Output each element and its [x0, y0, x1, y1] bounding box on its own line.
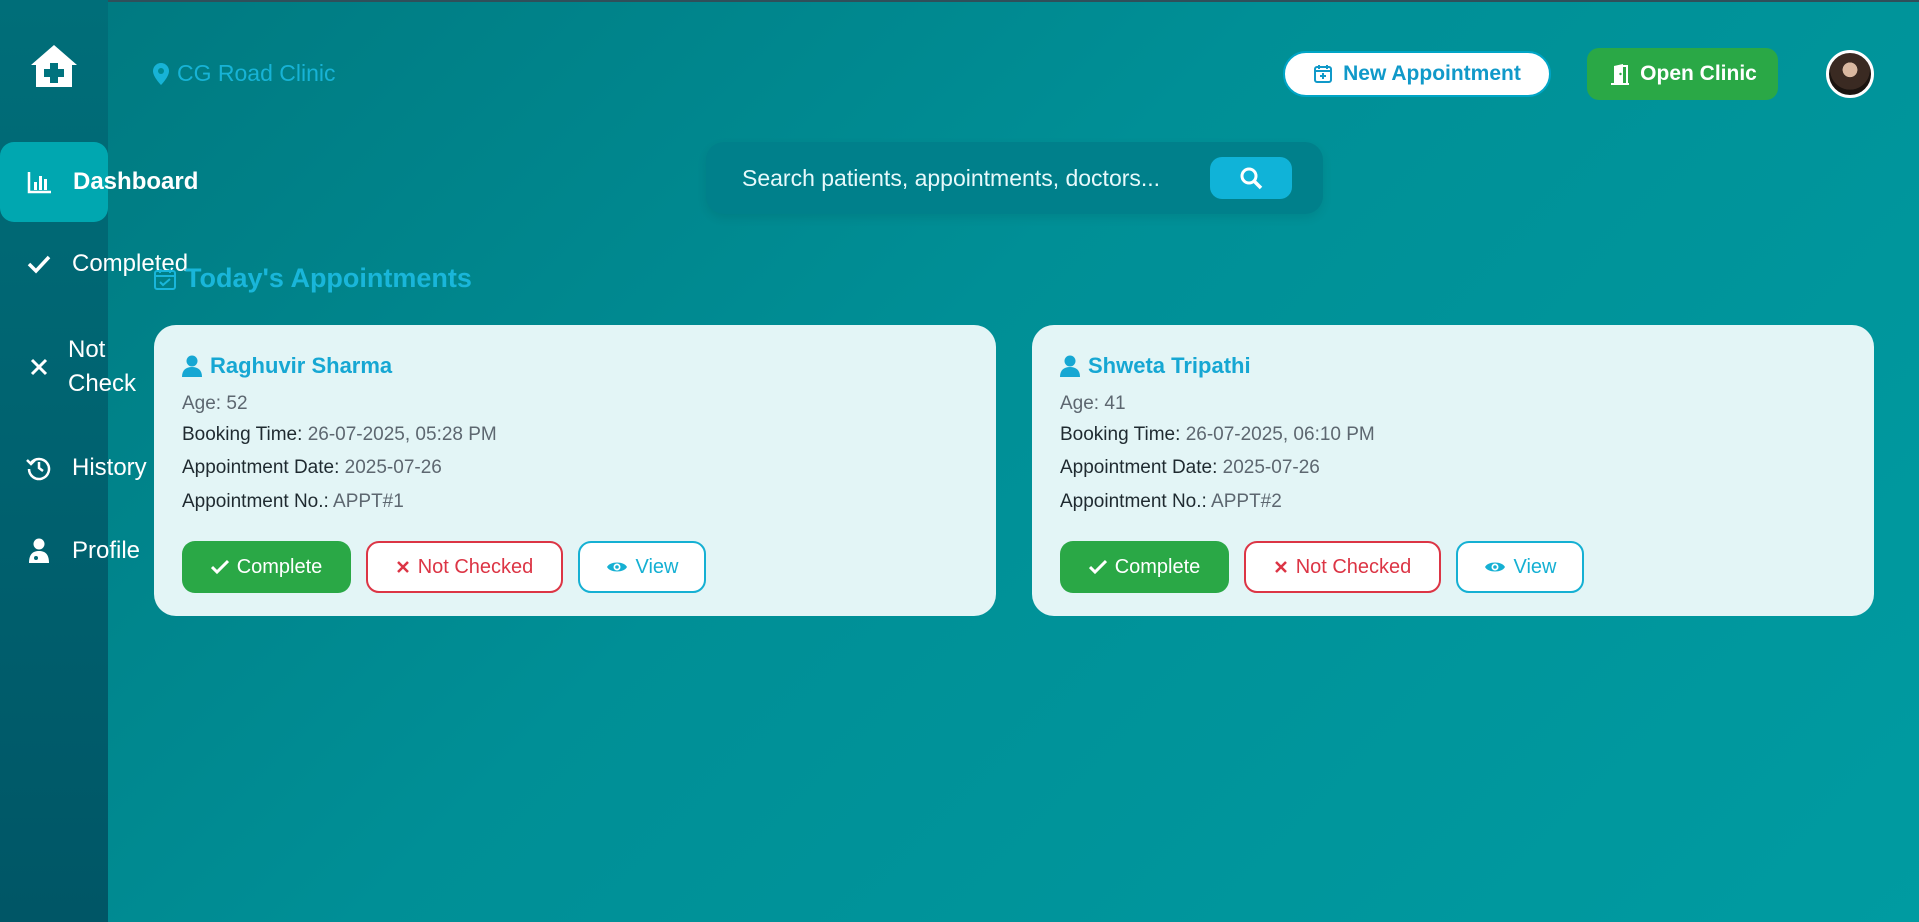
calendar-check-icon	[154, 268, 176, 290]
appointment-card: Raghuvir Sharma Age: 52 Booking Time: 26…	[154, 325, 996, 616]
avatar[interactable]	[1826, 50, 1874, 98]
booking-time-value: 26-07-2025, 05:28 PM	[307, 424, 497, 445]
check-icon	[26, 251, 52, 277]
search-button[interactable]	[1210, 157, 1292, 199]
clinic-location-label: CG Road Clinic	[177, 60, 336, 86]
appointment-date-value: 2025-07-26	[344, 457, 442, 478]
card-actions: Complete Not Checked View	[1060, 541, 1584, 593]
not-checked-label: Not Checked	[417, 555, 534, 578]
sidebar-item-label: Dashboard	[73, 168, 199, 195]
view-button[interactable]: View	[1456, 541, 1584, 593]
appointment-date: Appointment Date: 2025-07-26	[182, 457, 442, 479]
patient-age: Age: 52	[182, 393, 248, 415]
booking-time: Booking Time: 26-07-2025, 06:10 PM	[1060, 424, 1375, 446]
doctor-icon	[26, 538, 52, 564]
booking-time: Booking Time: 26-07-2025, 05:28 PM	[182, 424, 497, 446]
complete-label: Complete	[1114, 555, 1201, 578]
clinic-location: CG Road Clinic	[153, 60, 336, 87]
appointment-card: Shweta Tripathi Age: 41 Booking Time: 26…	[1032, 325, 1874, 616]
appointment-number: Appointment No.: APPT#1	[182, 491, 404, 513]
sidebar-item-history[interactable]: History	[0, 452, 147, 484]
map-pin-icon	[153, 62, 169, 85]
appointment-number-value: APPT#2	[1211, 491, 1282, 512]
sidebar-item-label: Profile	[72, 537, 141, 564]
age-value: 41	[1104, 393, 1126, 414]
appointment-date-label: Appointment Date:	[1060, 457, 1218, 478]
appointment-number: Appointment No.: APPT#2	[1060, 491, 1282, 513]
patient-name: Raghuvir Sharma	[182, 353, 392, 379]
not-checked-button[interactable]: Not Checked	[366, 541, 563, 593]
sidebar: Dashboard Completed Not Check History Pr…	[0, 0, 198, 922]
door-open-icon	[1611, 64, 1630, 85]
check-icon	[210, 559, 229, 575]
x-icon	[396, 561, 409, 573]
search-icon	[1240, 167, 1263, 190]
sidebar-item-label: Not Check	[68, 336, 137, 397]
appointment-number-label: Appointment No.:	[182, 491, 329, 512]
chart-bar-icon	[27, 169, 53, 195]
calendar-plus-icon	[1314, 65, 1333, 83]
appointment-date-label: Appointment Date:	[182, 457, 340, 478]
clinic-home-logo-icon[interactable]	[28, 42, 80, 90]
view-button[interactable]: View	[578, 541, 706, 593]
section-title-label: Today's Appointments	[185, 263, 472, 293]
new-appointment-button[interactable]: New Appointment	[1283, 51, 1551, 97]
window-top-border	[0, 0, 1919, 2]
x-icon	[26, 354, 52, 380]
section-title: Today's Appointments	[153, 263, 472, 294]
eye-icon	[1484, 562, 1505, 572]
open-clinic-label: Open Clinic	[1640, 62, 1757, 85]
appointment-number-label: Appointment No.:	[1060, 491, 1207, 512]
eye-icon	[606, 562, 627, 572]
age-value: 52	[226, 393, 248, 414]
new-appointment-label: New Appointment	[1343, 62, 1521, 85]
search-bar	[706, 142, 1323, 214]
view-label: View	[1513, 555, 1557, 578]
patient-name: Shweta Tripathi	[1060, 353, 1251, 379]
appointment-date-value: 2025-07-26	[1222, 457, 1320, 478]
x-icon	[1274, 561, 1287, 573]
not-checked-button[interactable]: Not Checked	[1244, 541, 1441, 593]
age-label: Age:	[1060, 393, 1100, 414]
sidebar-item-dashboard[interactable]: Dashboard	[0, 142, 198, 222]
complete-button[interactable]: Complete	[182, 541, 351, 593]
card-actions: Complete Not Checked View	[182, 541, 706, 593]
appointment-date: Appointment Date: 2025-07-26	[1060, 457, 1320, 479]
history-icon	[26, 455, 52, 481]
check-icon	[1088, 559, 1107, 575]
user-icon	[182, 355, 202, 377]
booking-time-value: 26-07-2025, 06:10 PM	[1185, 424, 1375, 445]
sidebar-item-label: History	[72, 454, 147, 481]
patient-name-label: Shweta Tripathi	[1088, 353, 1251, 378]
user-icon	[1060, 355, 1080, 377]
sidebar-item-profile[interactable]: Profile	[0, 535, 140, 567]
patient-name-label: Raghuvir Sharma	[210, 353, 393, 378]
booking-time-label: Booking Time:	[1060, 424, 1181, 445]
open-clinic-button[interactable]: Open Clinic	[1587, 48, 1778, 100]
sidebar-item-not-check[interactable]: Not Check	[0, 332, 138, 402]
booking-time-label: Booking Time:	[182, 424, 303, 445]
complete-label: Complete	[236, 555, 323, 578]
view-label: View	[635, 555, 679, 578]
complete-button[interactable]: Complete	[1060, 541, 1229, 593]
appointment-number-value: APPT#1	[333, 491, 404, 512]
age-label: Age:	[182, 393, 222, 414]
not-checked-label: Not Checked	[1295, 555, 1412, 578]
search-input[interactable]	[742, 164, 1182, 192]
patient-age: Age: 41	[1060, 393, 1126, 415]
